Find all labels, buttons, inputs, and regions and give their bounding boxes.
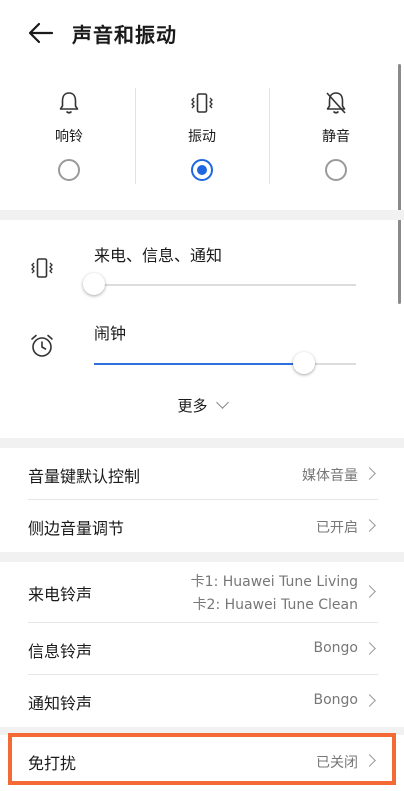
row-value-card2: 卡2: Huawei Tune Clean [192, 597, 358, 613]
row-label: 来电铃声 [28, 585, 93, 604]
page-title: 声音和振动 [72, 23, 177, 47]
mode-silent-label: 静音 [322, 129, 350, 145]
mode-vibrate[interactable]: 振动 [135, 84, 269, 188]
vibrate-icon [191, 93, 213, 113]
row-value: Bongo [313, 640, 359, 656]
bell-off-icon [326, 92, 346, 114]
divider [269, 88, 270, 184]
mode-vibrate-label: 振动 [188, 129, 216, 145]
chevron-right-icon [363, 694, 376, 707]
mode-ring-label: 响铃 [55, 129, 83, 145]
more-label: 更多 [177, 397, 208, 415]
section-gap [0, 210, 404, 220]
alarm-clock-icon [31, 334, 53, 357]
row-value: 媒体音量 [302, 468, 358, 484]
mode-ring-radio[interactable] [58, 159, 80, 181]
chevron-right-icon [363, 642, 376, 655]
ringtone-volume-slider[interactable] [83, 273, 356, 295]
section-gap [0, 438, 404, 448]
row-label: 侧边音量调节 [28, 519, 125, 538]
notification-ringtone-row[interactable]: 通知铃声 Bongo [0, 675, 404, 727]
volume-key-control-row[interactable]: 音量键默认控制 媒体音量 [0, 448, 404, 500]
alarm-volume-label: 闹钟 [94, 324, 127, 343]
vibrate-icon [31, 258, 53, 278]
section-gap [0, 552, 404, 562]
bell-icon [59, 92, 79, 114]
row-label: 信息铃声 [28, 642, 93, 661]
row-value-card1: 卡1: Huawei Tune Living [190, 574, 358, 590]
row-value: Bongo [313, 692, 359, 708]
alarm-volume-slider[interactable] [94, 352, 356, 374]
divider [135, 88, 136, 184]
chevron-right-icon [363, 519, 376, 532]
row-value: 已开启 [316, 520, 358, 536]
chevron-right-icon [363, 467, 376, 480]
chevron-down-icon [215, 396, 229, 409]
arrow-left-icon[interactable] [26, 18, 56, 48]
slider-thumb[interactable] [292, 352, 315, 374]
message-ringtone-row[interactable]: 信息铃声 Bongo [0, 623, 404, 675]
mode-silent[interactable]: 静音 [269, 84, 403, 188]
slider-thumb[interactable] [83, 273, 105, 295]
more-button[interactable]: 更多 [0, 395, 404, 416]
sound-mode-selector: 响铃 振动 静音 [0, 84, 404, 188]
call-ringtone-row[interactable]: 来电铃声 卡1: Huawei Tune Living 卡2: Huawei T… [0, 562, 404, 622]
row-label: 通知铃声 [28, 694, 93, 713]
side-volume-row[interactable]: 侧边音量调节 已开启 [0, 500, 404, 552]
mode-ring[interactable]: 响铃 [2, 84, 136, 188]
chevron-right-icon [363, 585, 376, 598]
mode-silent-radio[interactable] [325, 159, 347, 181]
highlight-box [8, 733, 396, 785]
slider-fill [94, 363, 304, 365]
ringtone-volume-label: 来电、信息、通知 [94, 246, 223, 265]
mode-vibrate-radio[interactable] [191, 159, 213, 181]
row-label: 音量键默认控制 [28, 467, 141, 486]
header: 声音和振动 [0, 0, 404, 66]
